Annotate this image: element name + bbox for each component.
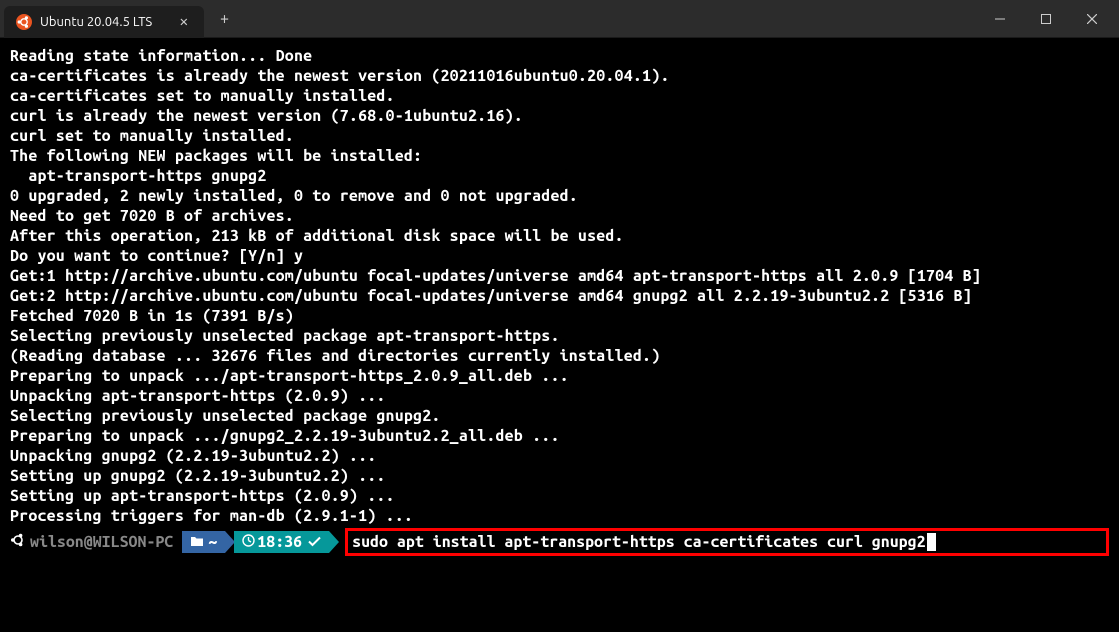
maximize-button[interactable] bbox=[1023, 0, 1069, 38]
ubuntu-icon bbox=[16, 14, 32, 30]
terminal-line: Setting up apt-transport-https (2.0.9) .… bbox=[10, 486, 1109, 506]
terminal-line: Need to get 7020 B of archives. bbox=[10, 206, 1109, 226]
terminal-line: Setting up gnupg2 (2.2.19-3ubuntu2.2) ..… bbox=[10, 466, 1109, 486]
check-icon bbox=[308, 533, 321, 551]
prompt-user-host: wilson@WILSON-PC bbox=[30, 533, 182, 551]
tab-close-button[interactable]: ✕ bbox=[176, 11, 192, 32]
terminal-line: Preparing to unpack .../gnupg2_2.2.19-3u… bbox=[10, 426, 1109, 446]
terminal-line: Do you want to continue? [Y/n] y bbox=[10, 246, 1109, 266]
folder-icon bbox=[190, 533, 204, 551]
minimize-button[interactable] bbox=[977, 0, 1023, 38]
terminal-line: Get:2 http://archive.ubuntu.com/ubuntu f… bbox=[10, 286, 1109, 306]
terminal-line: apt-transport-https gnupg2 bbox=[10, 166, 1109, 186]
terminal-line: Reading state information... Done bbox=[10, 46, 1109, 66]
prompt-time-segment: 18:36 bbox=[234, 531, 329, 553]
close-button[interactable] bbox=[1069, 0, 1115, 38]
terminal-line: The following NEW packages will be insta… bbox=[10, 146, 1109, 166]
terminal-line: Selecting previously unselected package … bbox=[10, 326, 1109, 346]
clock-icon bbox=[242, 533, 255, 551]
command-highlight-box: sudo apt install apt-transport-https ca-… bbox=[345, 528, 1109, 556]
segment-arrow bbox=[329, 531, 339, 553]
terminal-line: 0 upgraded, 2 newly installed, 0 to remo… bbox=[10, 186, 1109, 206]
terminal-cursor bbox=[927, 533, 936, 551]
tab-title: Ubuntu 20.04.5 LTS bbox=[40, 15, 168, 29]
tab-active[interactable]: Ubuntu 20.04.5 LTS ✕ bbox=[4, 6, 204, 38]
command-input[interactable]: sudo apt install apt-transport-https ca-… bbox=[352, 533, 925, 551]
terminal-line: Selecting previously unselected package … bbox=[10, 406, 1109, 426]
terminal-line: ca-certificates is already the newest ve… bbox=[10, 66, 1109, 86]
terminal-lines: Reading state information... Doneca-cert… bbox=[10, 46, 1109, 526]
window-controls bbox=[977, 0, 1115, 38]
prompt-time: 18:36 bbox=[257, 533, 302, 551]
ubuntu-prompt-icon bbox=[10, 532, 26, 552]
terminal-line: Processing triggers for man-db (2.9.1-1)… bbox=[10, 506, 1109, 526]
prompt-line: wilson@WILSON-PC ~ 18:36 sudo apt instal… bbox=[10, 528, 1109, 556]
prompt-cwd-segment: ~ bbox=[182, 531, 225, 553]
terminal-line: curl set to manually installed. bbox=[10, 126, 1109, 146]
terminal-line: (Reading database ... 32676 files and di… bbox=[10, 346, 1109, 366]
terminal-line: After this operation, 213 kB of addition… bbox=[10, 226, 1109, 246]
terminal-output[interactable]: Reading state information... Doneca-cert… bbox=[0, 38, 1119, 632]
new-tab-button[interactable]: + bbox=[208, 10, 241, 28]
terminal-line: ca-certificates set to manually installe… bbox=[10, 86, 1109, 106]
terminal-line: Preparing to unpack .../apt-transport-ht… bbox=[10, 366, 1109, 386]
prompt-cwd: ~ bbox=[208, 533, 217, 551]
terminal-line: Get:1 http://archive.ubuntu.com/ubuntu f… bbox=[10, 266, 1109, 286]
title-bar: Ubuntu 20.04.5 LTS ✕ + bbox=[0, 0, 1119, 38]
terminal-line: Unpacking gnupg2 (2.2.19-3ubuntu2.2) ... bbox=[10, 446, 1109, 466]
terminal-line: Fetched 7020 B in 1s (7391 B/s) bbox=[10, 306, 1109, 326]
terminal-line: Unpacking apt-transport-https (2.0.9) ..… bbox=[10, 386, 1109, 406]
terminal-line: curl is already the newest version (7.68… bbox=[10, 106, 1109, 126]
